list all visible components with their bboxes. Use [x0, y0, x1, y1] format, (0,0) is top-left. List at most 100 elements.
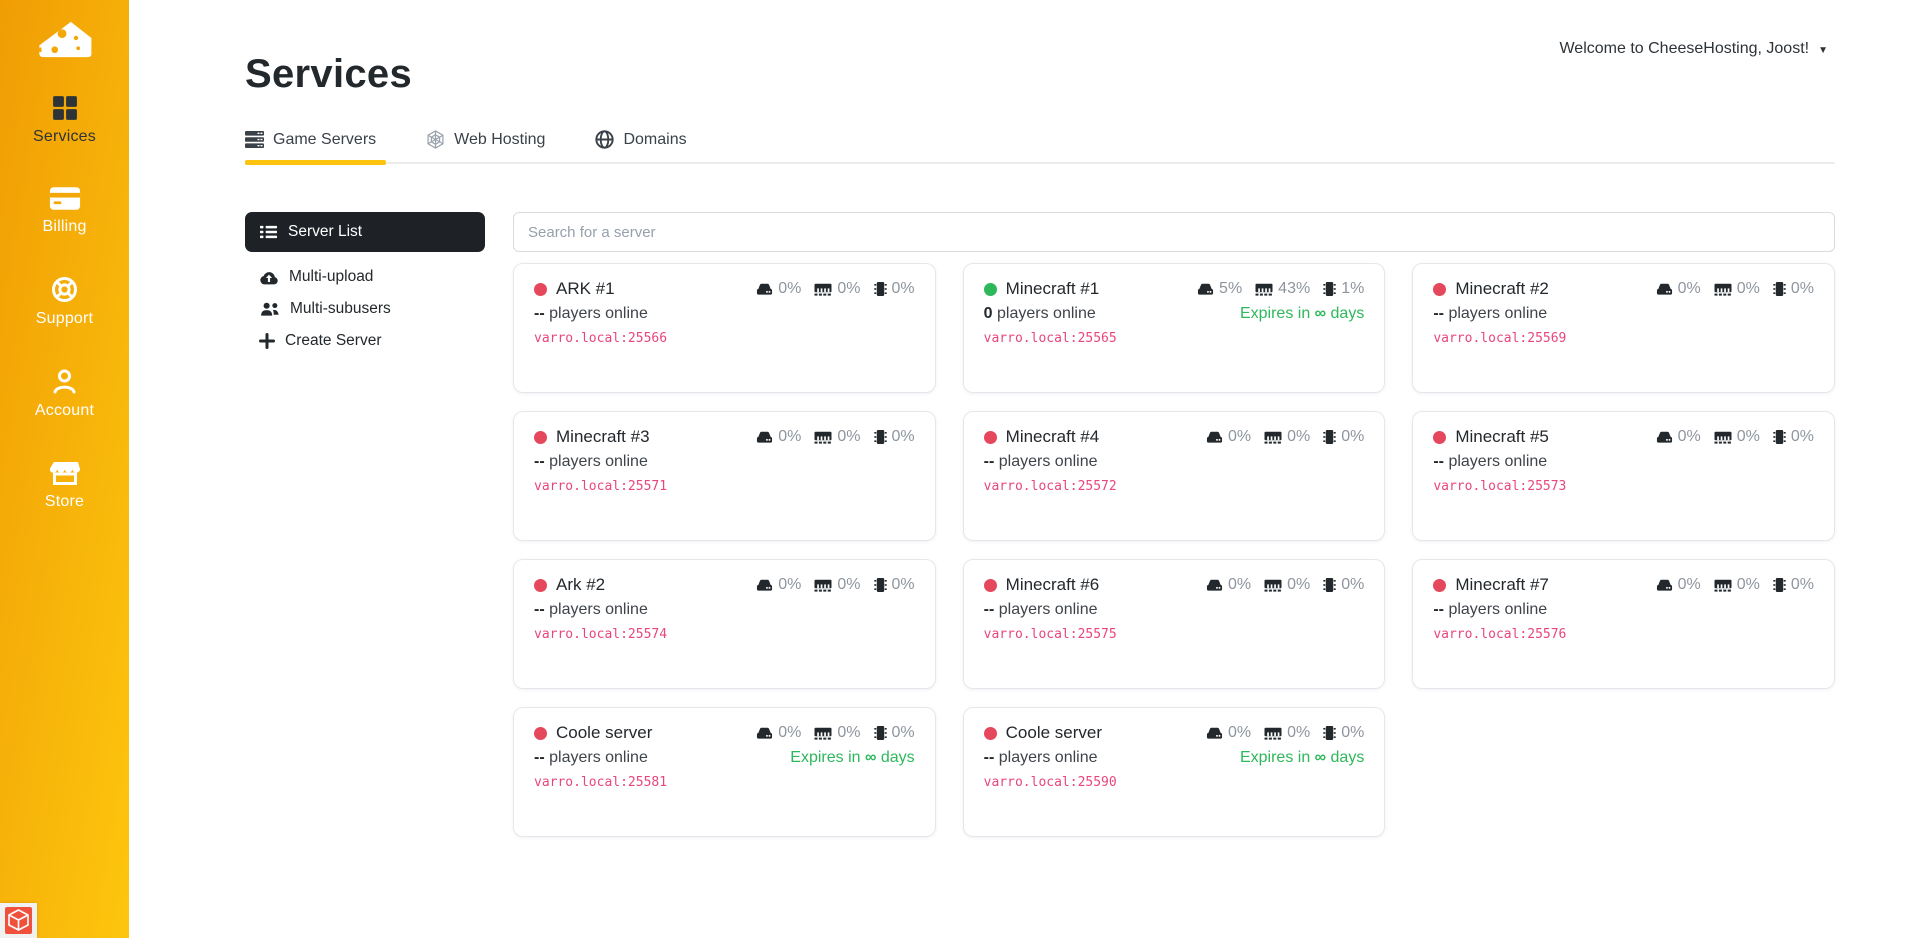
subnav-multi-upload[interactable]: Multi-upload	[245, 261, 485, 293]
players-online: -- players online	[534, 453, 648, 471]
ram-usage-stat: 0%	[814, 576, 860, 594]
infinity-icon: ∞	[1315, 305, 1326, 322]
sidebar-item-label: Services	[33, 128, 96, 146]
server-stats: 0%	[1656, 428, 1814, 446]
cpu-usage-stat: 0%	[1773, 428, 1814, 446]
server-card[interactable]: Coole server 0%	[963, 707, 1386, 837]
server-card-header: Minecraft #5 0%	[1433, 427, 1814, 447]
players-online-label: players online	[549, 305, 648, 322]
players-online-label: players online	[999, 453, 1098, 470]
server-card-header: ARK #1 0%	[534, 279, 915, 299]
players-online: -- players online	[534, 305, 648, 323]
memory-icon	[814, 283, 832, 296]
welcome-text: Welcome to CheeseHosting, Joost!	[1559, 40, 1809, 58]
cpu-usage-value: 0%	[1341, 428, 1364, 446]
memory-icon	[1264, 579, 1282, 592]
server-name: Minecraft #4	[1006, 427, 1100, 447]
memory-icon	[1714, 431, 1732, 444]
ram-usage-stat: 43%	[1255, 280, 1310, 298]
subnav-label: Multi-upload	[289, 268, 373, 286]
server-card[interactable]: Minecraft #2 0%	[1412, 263, 1835, 393]
hdd-icon	[756, 726, 773, 740]
disk-usage-value: 0%	[1228, 428, 1251, 446]
sidebar-item-billing[interactable]: Billing	[0, 186, 129, 236]
cpu-usage-stat: 0%	[1323, 428, 1364, 446]
memory-icon	[1264, 727, 1282, 740]
server-card[interactable]: Minecraft #6 0%	[963, 559, 1386, 689]
players-online-label: players online	[549, 453, 648, 470]
server-address: varro.local:25571	[534, 479, 915, 494]
main-content: Welcome to CheeseHosting, Joost! ▼ Servi…	[129, 0, 1920, 938]
store-icon	[50, 460, 80, 486]
tab-web-hosting[interactable]: Web Hosting	[426, 124, 549, 162]
search-input[interactable]	[513, 212, 1835, 252]
disk-usage-value: 0%	[778, 280, 801, 298]
server-card-header: Ark #2 0%	[534, 575, 915, 595]
disk-usage-stat: 0%	[1206, 724, 1251, 742]
sidebar-item-account[interactable]: Account	[0, 368, 129, 420]
microchip-icon	[1773, 429, 1786, 445]
server-card[interactable]: ARK #1 0%	[513, 263, 936, 393]
globe-icon	[595, 130, 614, 149]
server-card-row2: -- players online	[1433, 601, 1814, 619]
subnav-label: Server List	[288, 223, 362, 241]
cpu-usage-stat: 0%	[1323, 724, 1364, 742]
cpu-usage-value: 0%	[1341, 576, 1364, 594]
cpu-usage-value: 0%	[1791, 576, 1814, 594]
tab-domains[interactable]: Domains	[595, 124, 690, 162]
server-card-row2: -- players online	[984, 453, 1365, 471]
cpu-usage-stat: 0%	[874, 724, 915, 742]
player-count: --	[984, 601, 995, 618]
ram-usage-value: 0%	[837, 724, 860, 742]
user-menu[interactable]: Welcome to CheeseHosting, Joost! ▼	[1559, 40, 1828, 58]
disk-usage-stat: 0%	[1656, 428, 1701, 446]
server-list-panel: ARK #1 0%	[513, 212, 1835, 837]
server-card[interactable]: Minecraft #5 0%	[1412, 411, 1835, 541]
server-card[interactable]: Ark #2 0%	[513, 559, 936, 689]
ram-usage-value: 0%	[1737, 576, 1760, 594]
server-card-header: Minecraft #4 0%	[984, 427, 1365, 447]
microchip-icon	[1773, 577, 1786, 593]
laravel-debugbar-icon[interactable]	[0, 903, 37, 938]
ram-usage-stat: 0%	[1264, 724, 1310, 742]
subnav-server-list[interactable]: Server List	[245, 212, 485, 252]
sidebar-item-support[interactable]: Support	[0, 276, 129, 328]
tab-label: Domains	[623, 131, 686, 149]
subnav-multi-subusers[interactable]: Multi-subusers	[245, 293, 485, 325]
server-card[interactable]: Minecraft #7 0%	[1412, 559, 1835, 689]
disk-usage-value: 0%	[1678, 428, 1701, 446]
server-name: Minecraft #3	[556, 427, 650, 447]
tab-game-servers[interactable]: Game Servers	[245, 124, 380, 162]
sidebar-item-store[interactable]: Store	[0, 460, 129, 511]
disk-usage-stat: 0%	[1656, 280, 1701, 298]
server-stats: 0%	[1656, 280, 1814, 298]
server-card[interactable]: Minecraft #1 5%	[963, 263, 1386, 393]
player-count: --	[1433, 453, 1444, 470]
cheesehosting-logo[interactable]	[32, 12, 98, 69]
cpu-usage-stat: 1%	[1323, 280, 1364, 298]
subnav-create-server[interactable]: Create Server	[245, 325, 485, 357]
players-online: -- players online	[534, 601, 648, 619]
server-card-row2: -- players online	[1433, 305, 1814, 323]
server-rack-icon	[245, 131, 264, 148]
server-stats: 0%	[756, 280, 914, 298]
server-name: Minecraft #5	[1455, 427, 1549, 447]
players-online-label: players online	[1448, 305, 1547, 322]
disk-usage-value: 5%	[1219, 280, 1242, 298]
cpu-usage-stat: 0%	[1773, 576, 1814, 594]
disk-usage-value: 0%	[1228, 576, 1251, 594]
server-card[interactable]: Minecraft #3 0%	[513, 411, 936, 541]
server-card[interactable]: Coole server 0%	[513, 707, 936, 837]
server-address: varro.local:25565	[984, 331, 1365, 346]
server-status-dot	[534, 727, 547, 740]
disk-usage-stat: 0%	[756, 576, 801, 594]
server-address: varro.local:25572	[984, 479, 1365, 494]
disk-usage-stat: 0%	[756, 428, 801, 446]
sidebar-item-services[interactable]: Services	[0, 95, 129, 146]
server-card[interactable]: Minecraft #4 0%	[963, 411, 1386, 541]
server-card-header: Minecraft #3 0%	[534, 427, 915, 447]
server-status-dot	[984, 579, 997, 592]
expires-label: Expires in ∞ days	[1240, 305, 1364, 323]
ram-usage-value: 0%	[1287, 576, 1310, 594]
players-online-label: players online	[997, 305, 1096, 322]
